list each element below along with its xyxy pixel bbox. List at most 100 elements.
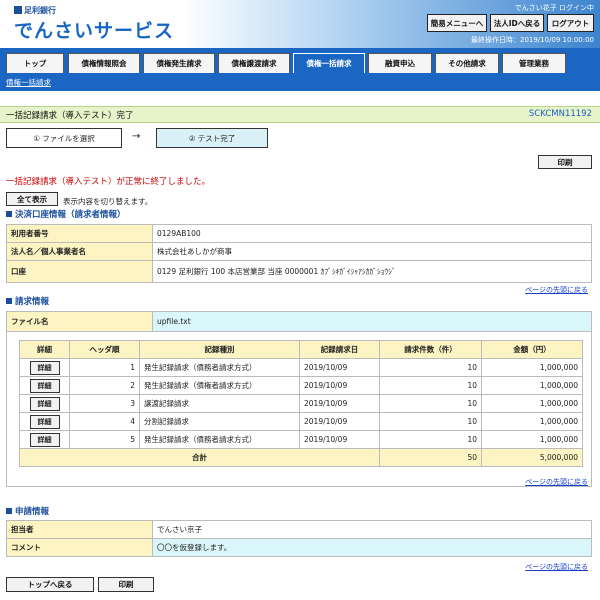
amount-cell: 1,000,000 [481, 412, 583, 431]
col-request-count: 請求件数（件） [379, 340, 482, 359]
back-to-top-button[interactable]: トップへ戻る [6, 577, 94, 592]
detail-button[interactable]: 詳細 [29, 396, 60, 411]
request-count-cell: 10 [379, 412, 482, 431]
amount-cell: 1,000,000 [481, 358, 583, 377]
user-status: でんさい花子 ログイン中 [514, 4, 594, 12]
request-date-cell: 2019/10/09 [299, 376, 380, 395]
show-all-button[interactable]: 全て表示 [6, 192, 58, 206]
back-to-top-link-1[interactable]: ページの先頭に戻る [525, 285, 588, 295]
staff-value: でんさい京子 [152, 520, 592, 539]
application-section-heading-text: 申請情報 [15, 507, 50, 517]
step-select-file: ① ファイルを選択 [6, 128, 122, 148]
record-type-cell: 分割記録請求 [139, 412, 300, 431]
tab-other-requests[interactable]: その他請求 [435, 53, 499, 73]
tab-management[interactable]: 管理業務 [502, 53, 566, 73]
user-number-value: 0129AB100 [152, 224, 592, 243]
table-row: 詳細 3 譲渡記録請求 2019/10/09 10 1,000,000 [19, 394, 583, 413]
record-type-cell: 譲渡記録請求 [139, 394, 300, 413]
comment-label: コメント [6, 538, 153, 557]
account-section-heading: 決済口座情報（請求者情報） [6, 208, 126, 220]
table-row: 法人名／個人事業者名 株式会社あしかが商事 [6, 242, 592, 261]
table-row: 口座 0129 足利銀行 100 本店営業部 当座 0000001 ｶﾌﾞｼｷｶ… [6, 260, 592, 283]
account-value: 0129 足利銀行 100 本店営業部 当座 0000001 ｶﾌﾞｼｷｶﾞｲｼ… [152, 260, 592, 283]
account-section-heading-text: 決済口座情報（請求者情報） [15, 210, 126, 220]
detail-cell: 詳細 [19, 376, 70, 395]
page-title: 一括記録請求（導入テスト）完了 [6, 111, 134, 121]
app-title: でんさいサービス [14, 20, 175, 42]
request-date-cell: 2019/10/09 [299, 412, 380, 431]
bank-logo-icon [14, 6, 22, 14]
section-bullet-icon [6, 508, 12, 514]
back-to-top-link-3[interactable]: ページの先頭に戻る [525, 562, 588, 572]
request-count-cell: 10 [379, 430, 482, 449]
file-name-value: upfile.txt [152, 311, 592, 332]
col-detail: 詳細 [19, 340, 70, 359]
bank-name-text: 足利銀行 [24, 6, 56, 15]
screen-id: SCKCMN11192 [528, 109, 592, 119]
tab-claim-inquiry[interactable]: 債権情報照会 [68, 53, 140, 73]
table-row: 利用者番号 0129AB100 [6, 224, 592, 243]
corporate-name-label: 法人名／個人事業者名 [6, 242, 153, 261]
table-row: 担当者 でんさい京子 [6, 520, 592, 539]
completion-message: 一括記録請求（導入テスト）が正常に終了しました。 [6, 177, 211, 187]
print-button-top[interactable]: 印刷 [538, 155, 592, 169]
tab-top[interactable]: トップ [6, 53, 64, 73]
show-all-note: 表示内容を切り替えます。 [63, 197, 153, 206]
total-label: 合計 [19, 448, 380, 467]
account-label: 口座 [6, 260, 153, 283]
detail-button[interactable]: 詳細 [29, 432, 60, 447]
detail-cell: 詳細 [19, 358, 70, 377]
tab-bulk-request[interactable]: 債権一括請求 [293, 53, 365, 73]
record-type-cell: 発生記録請求（債権者請求方式） [139, 376, 300, 395]
user-number-label: 利用者番号 [6, 224, 153, 243]
application-info-table: 担当者 でんさい京子 コメント 〇〇を仮登録します。 [6, 520, 592, 557]
bank-name: 足利銀行 [14, 5, 56, 16]
total-amount: 5,000,000 [481, 448, 583, 467]
last-operation-time: 最終操作日時：2019/10/09 10:00:00 [470, 36, 594, 44]
detail-button[interactable]: 詳細 [29, 360, 60, 375]
comment-value: 〇〇を仮登録します。 [152, 538, 592, 557]
detail-button[interactable]: 詳細 [29, 378, 60, 393]
corporate-name-value: 株式会社あしかが商事 [152, 242, 592, 261]
file-name-label: ファイル名 [6, 311, 153, 332]
table-row: 詳細 2 発生記録請求（債権者請求方式） 2019/10/09 10 1,000… [19, 376, 583, 395]
request-count-cell: 10 [379, 358, 482, 377]
request-count-cell: 10 [379, 376, 482, 395]
staff-label: 担当者 [6, 520, 153, 539]
corporate-id-back-button[interactable]: 法人IDへ戻る [490, 14, 544, 32]
print-button-bottom[interactable]: 印刷 [98, 577, 154, 592]
header-order-cell: 1 [69, 358, 140, 377]
record-type-cell: 発生記録請求（債務者請求方式） [139, 430, 300, 449]
amount-cell: 1,000,000 [481, 394, 583, 413]
detail-cell: 詳細 [19, 430, 70, 449]
detail-button[interactable]: 詳細 [29, 414, 60, 429]
header-order-cell: 5 [69, 430, 140, 449]
step-arrow-icon: → [132, 131, 141, 142]
claim-records-table: 詳細 ヘッダ順 記録種別 記録請求日 請求件数（件） 金額（円） 詳細 1 発生… [19, 340, 583, 467]
header-order-cell: 2 [69, 376, 140, 395]
logout-button[interactable]: ログアウト [547, 14, 594, 32]
account-info-table: 利用者番号 0129AB100 法人名／個人事業者名 株式会社あしかが商事 口座… [6, 224, 592, 283]
simple-menu-button[interactable]: 簡易メニューへ [427, 14, 487, 32]
request-date-cell: 2019/10/09 [299, 358, 380, 377]
amount-cell: 1,000,000 [481, 430, 583, 449]
back-to-top-link-2[interactable]: ページの先頭に戻る [525, 477, 588, 487]
detail-cell: 詳細 [19, 412, 70, 431]
total-count: 50 [379, 448, 482, 467]
table-row: 詳細 4 分割記録請求 2019/10/09 10 1,000,000 [19, 412, 583, 431]
header-order-cell: 4 [69, 412, 140, 431]
section-bullet-icon [6, 298, 12, 304]
tab-loan-application[interactable]: 融資申込 [368, 53, 432, 73]
table-row: ファイル名 upfile.txt [6, 311, 592, 332]
table-header-row: 詳細 ヘッダ順 記録種別 記録請求日 請求件数（件） 金額（円） [19, 340, 583, 359]
tab-claim-transfer[interactable]: 債権譲渡請求 [218, 53, 290, 73]
table-row: 詳細 1 発生記録請求（債務者請求方式） 2019/10/09 10 1,000… [19, 358, 583, 377]
request-date-cell: 2019/10/09 [299, 394, 380, 413]
request-count-cell: 10 [379, 394, 482, 413]
sub-nav [0, 73, 600, 91]
header-order-cell: 3 [69, 394, 140, 413]
record-type-cell: 発生記録請求（債務者請求方式） [139, 358, 300, 377]
subnav-link-bulk-request[interactable]: 債権一括請求 [6, 77, 51, 88]
tab-claim-issue[interactable]: 債権発生請求 [143, 53, 215, 73]
table-row: コメント 〇〇を仮登録します。 [6, 538, 592, 557]
